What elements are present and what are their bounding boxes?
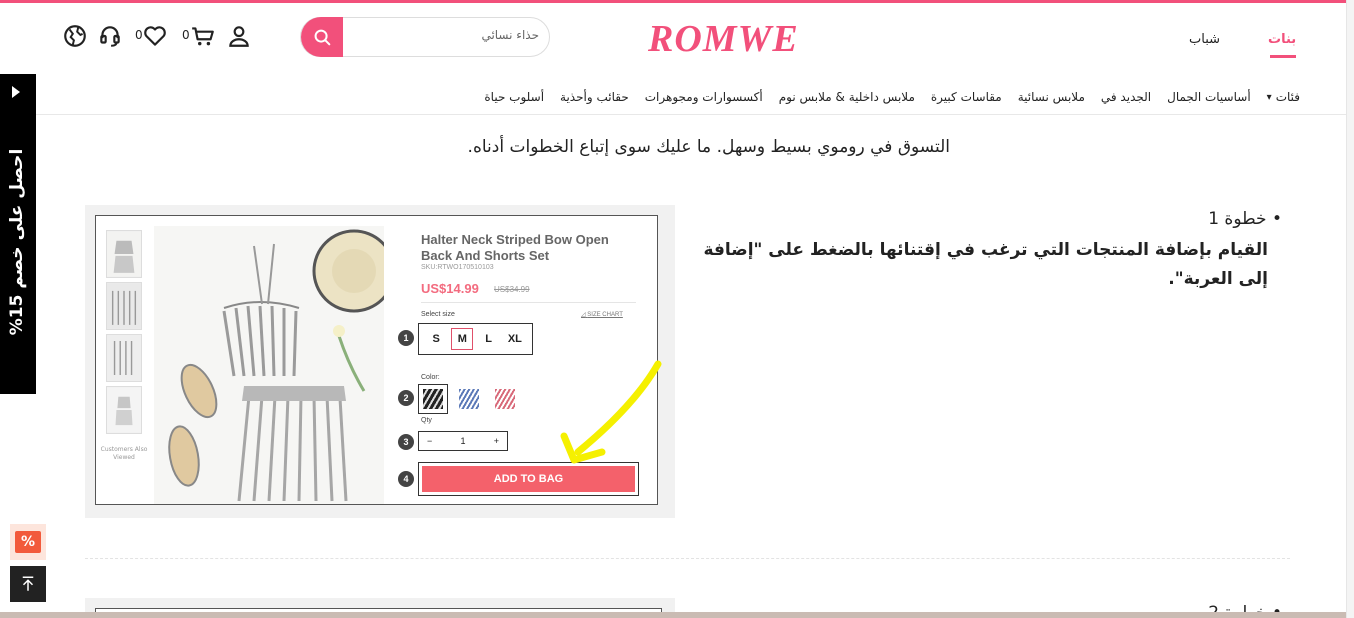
search-button[interactable] [301, 17, 343, 57]
heart-icon[interactable] [142, 23, 168, 49]
step-1-heading: • خطوة 1 [1208, 209, 1282, 229]
product-old-price: US$34.99 [494, 285, 530, 294]
nav-item-lifestyle[interactable]: أسلوب حياة [484, 86, 544, 108]
step-1-description: القيام بإضافة المنتجات التي ترغب في إقتن… [703, 240, 1268, 289]
percent-icon: % [15, 531, 41, 553]
tab-girls[interactable]: بنات [1268, 32, 1296, 47]
nav-item-bags-shoes[interactable]: حقائب وأحذية [560, 86, 629, 108]
cart-icon[interactable] [190, 23, 216, 49]
qty-minus-button[interactable]: − [427, 436, 432, 446]
color-label: Color: [421, 374, 440, 381]
intro-text: التسوق في روموي بسيط وسهل. ما عليك سوى إ… [467, 137, 950, 157]
step-number-badge: 2 [398, 390, 414, 406]
search-bar: حذاء نسائي [300, 17, 550, 57]
step-number-badge: 4 [398, 471, 414, 487]
nav-label: فئات [1275, 90, 1300, 104]
product-main-image [154, 226, 384, 504]
step-number-badge: 3 [398, 434, 414, 450]
color-selector [418, 384, 520, 414]
thumbnail-image [106, 282, 142, 330]
thumbnail-image [106, 386, 142, 434]
tab-boys[interactable]: شباب [1189, 32, 1220, 47]
discount-side-banner[interactable]: احصل على خصم 15% [0, 74, 36, 394]
coupon-button[interactable]: % [10, 524, 46, 560]
product-price: US$14.99 [421, 281, 479, 296]
step-number-badge: 1 [398, 330, 414, 346]
taskbar-strip [0, 612, 1346, 618]
nav-item-lingerie[interactable]: ملابس داخلية & ملابس نوم [779, 86, 915, 108]
product-sku: SKU:RTWO170510103 [421, 264, 494, 271]
qty-value[interactable]: 1 [460, 436, 465, 446]
price-divider [421, 302, 636, 303]
chevron-down-icon: ▾ [1266, 91, 1272, 103]
product-page-mockup: Customers Also Viewed Halter Neck Stripe… [95, 215, 662, 505]
nav-item-plus-size[interactable]: مقاسات كبيرة [931, 86, 1002, 108]
size-selector: S M L XL [418, 323, 533, 355]
customers-also-viewed-label: Customers Also Viewed [100, 446, 148, 461]
color-swatch-blue-stripe[interactable] [454, 384, 484, 414]
site-header: 0 0 حذاء نسائي ROMWE بنات شباب [0, 3, 1346, 73]
globe-icon[interactable] [62, 23, 88, 49]
nav-item-women-clothing[interactable]: ملابس نسائية [1018, 86, 1085, 108]
user-icon[interactable] [226, 23, 252, 49]
nav-item-new-in[interactable]: الجديد في [1101, 86, 1151, 108]
thumbnail-image [106, 334, 142, 382]
size-option-l[interactable]: L [478, 328, 500, 350]
back-to-top-button[interactable] [10, 566, 46, 602]
expand-arrow-icon[interactable] [12, 86, 20, 98]
nav-divider [36, 114, 1346, 115]
yellow-arrow-annotation [560, 360, 662, 464]
page-scrollbar[interactable] [1346, 0, 1354, 618]
ruler-icon: ◿ [581, 312, 586, 318]
active-tab-underline [1270, 55, 1296, 58]
color-swatch-black-stripe[interactable] [418, 384, 448, 414]
size-option-s[interactable]: S [425, 328, 447, 350]
nav-item-accessories[interactable]: أكسسوارات ومجوهرات [645, 86, 763, 108]
arrow-up-icon [22, 576, 34, 591]
step-1-illustration: Customers Also Viewed Halter Neck Stripe… [85, 205, 675, 518]
cart-count: 0 [182, 28, 190, 42]
size-option-xl[interactable]: XL [504, 328, 526, 350]
headset-icon[interactable] [97, 23, 123, 49]
search-input[interactable]: حذاء نسائي [481, 28, 539, 42]
qty-plus-button[interactable]: + [494, 436, 499, 446]
product-title: Halter Neck Striped Bow Open Back And Sh… [421, 232, 609, 263]
search-icon [314, 29, 331, 46]
thumbnail-list [106, 230, 144, 438]
nav-item-beauty[interactable]: أساسيات الجمال [1167, 86, 1251, 108]
category-nav: فئات ▾ أساسيات الجمال الجديد في ملابس نسا… [395, 86, 1300, 108]
quantity-stepper: − 1 + [418, 431, 508, 451]
step-divider [85, 558, 1290, 559]
discount-banner-text: احصل على خصم 15% [7, 148, 27, 336]
select-size-label: Select size [421, 311, 455, 318]
qty-label: Qty [421, 417, 432, 424]
size-chart-label: SIZE CHART [587, 312, 623, 318]
thumbnail-image [106, 230, 142, 278]
romwe-logo[interactable]: ROMWE [648, 17, 799, 61]
size-chart-link[interactable]: ◿ SIZE CHART [581, 311, 623, 318]
size-option-m[interactable]: M [451, 328, 474, 350]
nav-item-categories[interactable]: فئات ▾ [1267, 86, 1300, 108]
color-swatch-red-stripe[interactable] [490, 384, 520, 414]
